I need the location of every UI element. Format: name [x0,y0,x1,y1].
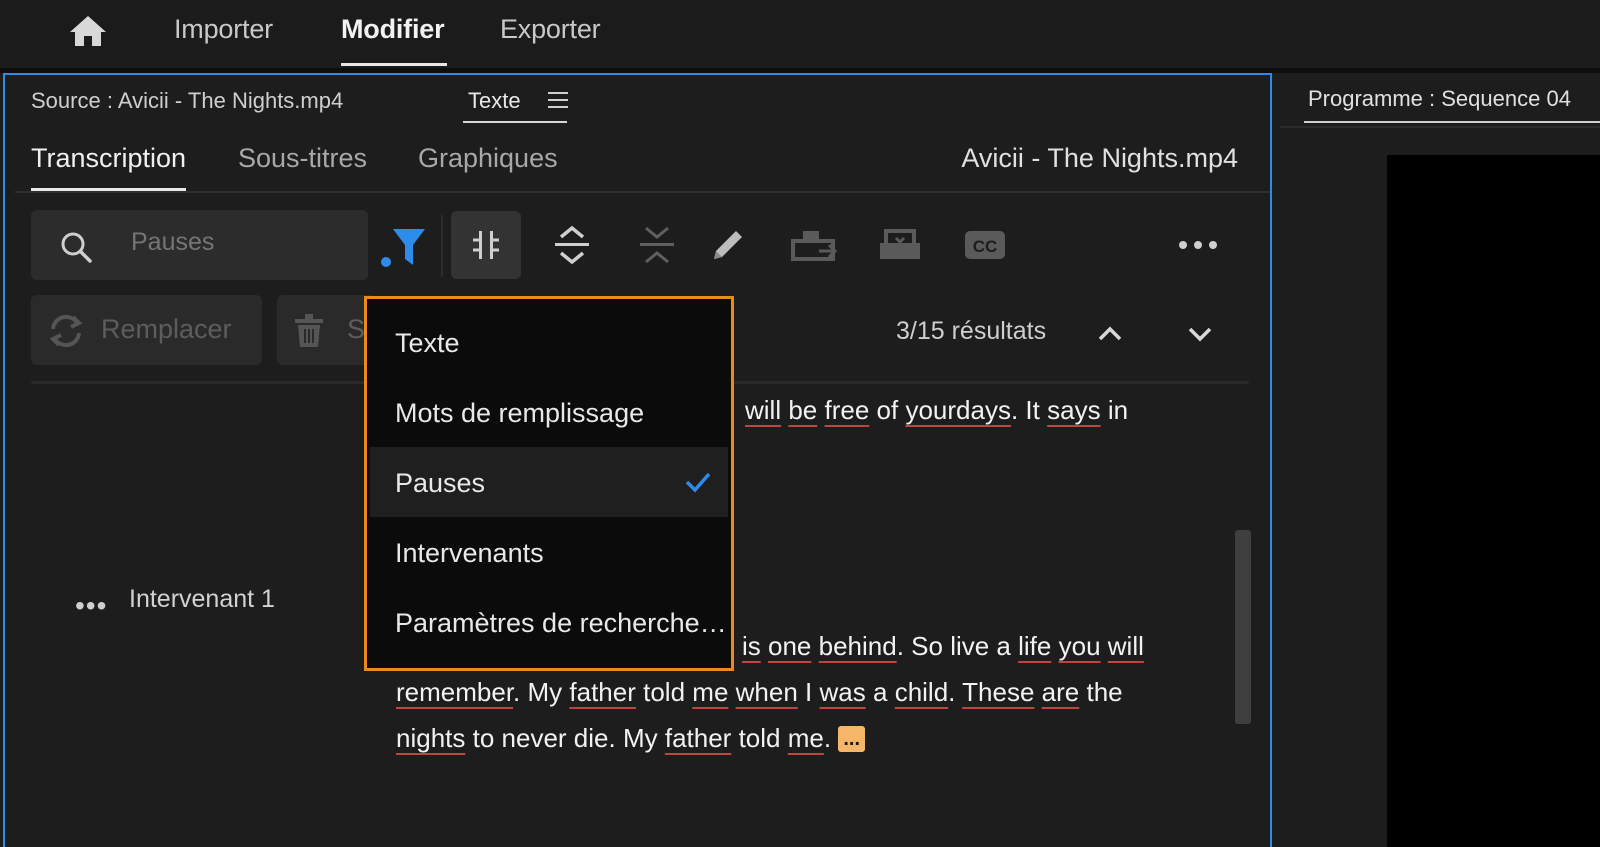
dropdown-item-texte[interactable]: Texte [370,307,728,377]
delete-button[interactable]: S [277,295,377,365]
source-panel-title[interactable]: Source : Avicii - The Nights.mp4 [31,88,343,114]
delete-label: S [347,314,366,344]
speaker-menu-icon[interactable]: ••• [75,590,107,622]
toolbar-divider [441,215,443,277]
clip-filename: Avicii - The Nights.mp4 [961,143,1238,173]
collapse-icon [640,226,674,264]
tab-texte[interactable]: Texte [468,88,521,114]
trash-icon [295,314,323,347]
search-box[interactable] [31,210,368,280]
export-button[interactable] [780,211,850,279]
dropdown-item-pauses[interactable]: Pauses [370,447,728,517]
import-icon [880,229,920,259]
tab-texte-underline [463,121,567,123]
export-icon [791,231,838,261]
panel-menu-icon[interactable] [548,92,568,110]
split-button[interactable] [451,211,521,279]
speaker-name[interactable]: Intervenant 1 [129,585,275,614]
transcript-line-2[interactable]: is one behind. So live a life you will [742,631,1144,662]
program-tab-underline [1304,121,1600,123]
dropdown-item-parametres-recherche[interactable]: Paramètres de recherche… [370,587,728,657]
transcript-line-3[interactable]: remember. My father told me when I was a… [396,677,1123,708]
program-separator [1280,126,1600,128]
subtab-separator [15,191,1270,193]
search-input[interactable] [131,228,351,257]
replace-button[interactable]: Remplacer [31,295,262,365]
collapse-button[interactable] [622,211,692,279]
pencil-icon [714,231,742,259]
pause-marker[interactable]: ... [838,726,865,752]
dropdown-item-label: Pauses [395,468,486,498]
nav-exporter[interactable]: Exporter [500,14,601,45]
expand-icon [555,225,589,265]
search-results-count: 3/15 résultats [896,317,1047,345]
dropdown-item-mots-de-remplissage[interactable]: Mots de remplissage [370,377,728,447]
replace-icon [49,314,83,348]
transcript-line-4[interactable]: nights to never die. My father told me. … [396,723,865,754]
search-filter-dropdown: Texte Mots de remplissage Pauses Interve… [364,296,734,671]
chevron-down-icon[interactable] [1185,319,1215,349]
subtab-transcription[interactable]: Transcription [31,143,186,174]
transcript-scrollbar[interactable] [1235,530,1251,724]
program-panel: Programme : Sequence 04 [1280,73,1600,847]
home-icon[interactable] [68,14,108,48]
dropdown-item-label: Texte [395,328,460,358]
captions-button[interactable]: CC [950,211,1020,279]
subtab-sous-titres[interactable]: Sous-titres [238,143,367,174]
import-button[interactable] [865,211,935,279]
chevron-up-icon[interactable] [1095,319,1125,349]
more-options-button[interactable] [1163,211,1233,279]
program-monitor-viewport [1387,155,1600,847]
search-icon [61,232,92,263]
edit-button[interactable] [693,211,763,279]
nav-modifier[interactable]: Modifier [341,14,445,45]
checkmark-icon [685,472,711,493]
svg-text:CC: CC [973,237,998,256]
cc-icon: CC [965,231,1005,259]
expand-button[interactable] [537,211,607,279]
subtab-graphiques[interactable]: Graphiques [418,143,558,174]
split-icon [473,231,499,259]
dropdown-item-label: Intervenants [395,538,544,568]
replace-label: Remplacer [101,314,232,344]
transcript-line-1[interactable]: will be free of yourdays. It says in [745,395,1128,426]
dropdown-item-label: Mots de remplissage [395,398,645,428]
nav-importer[interactable]: Importer [174,14,273,45]
top-nav-bar: Importer Modifier Exporter [0,0,1600,68]
dropdown-item-label: Paramètres de recherche… [395,608,727,638]
program-panel-title[interactable]: Programme : Sequence 04 [1308,86,1571,112]
dropdown-item-intervenants[interactable]: Intervenants [370,517,728,587]
more-icon [1179,241,1217,249]
filter-icon[interactable] [379,225,427,269]
nav-active-underline [341,63,447,66]
